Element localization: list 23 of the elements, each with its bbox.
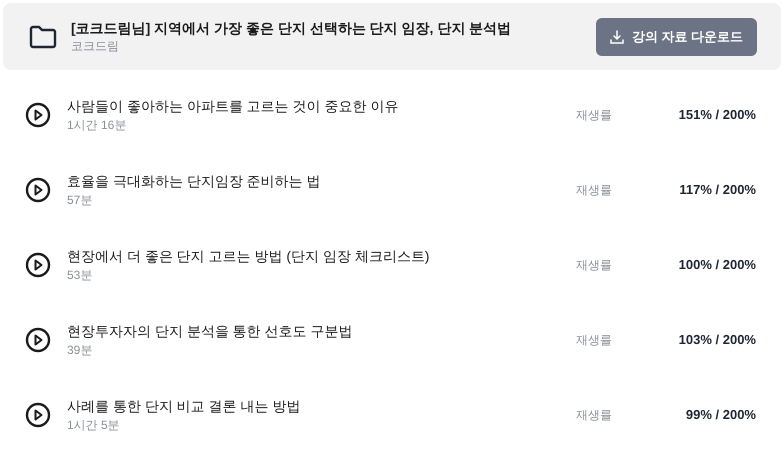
lesson-title[interactable]: 사례를 통한 단지 비교 결론 내는 방법: [67, 396, 576, 416]
lesson-duration: 53분: [67, 266, 94, 284]
lesson-duration: 57분: [67, 192, 94, 208]
rate-value: 117% / 200%: [678, 180, 756, 199]
lesson-title[interactable]: 현장투자자의 단지 분석을 통한 선호도 구분법: [67, 320, 576, 340]
rate-value: 151% / 200%: [678, 106, 756, 124]
download-button[interactable]: 강의 자료 다운로드: [596, 18, 757, 56]
rate-label: 재생률: [576, 332, 613, 348]
rate-label: 재생률: [576, 106, 613, 124]
rate-value: 100% / 200%: [678, 256, 756, 274]
rate-label: 재생률: [576, 406, 613, 424]
lesson-duration: 1시간 16분: [67, 116, 128, 134]
lesson-title[interactable]: 현장에서 더 좋은 단지 고르는 방법 (단지 임장 체크리스트): [67, 246, 576, 266]
lesson-title[interactable]: 효율을 극대화하는 단지임장 준비하는 법: [67, 170, 576, 190]
rate-value: 103% / 200%: [678, 330, 756, 349]
course-author: 코크드림: [71, 38, 120, 54]
rate-label: 재생률: [576, 182, 613, 198]
lesson-duration: 39분: [67, 342, 94, 358]
lesson-duration: 1시간 5분: [67, 416, 121, 434]
rate-value: 99% / 200%: [684, 406, 756, 424]
rate-label: 재생률: [576, 256, 613, 274]
course-title: [코크드림님] 지역에서 가장 좋은 단지 선택하는 단지 임장, 단지 분석법: [71, 18, 512, 36]
lesson-title[interactable]: 사람들이 좋아하는 아파트를 고르는 것이 중요한 이유: [67, 96, 576, 116]
